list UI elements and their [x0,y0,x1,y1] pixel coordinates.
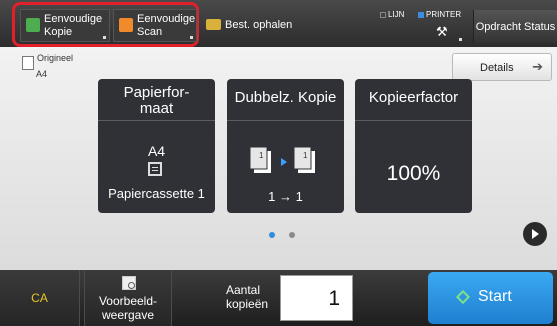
duplex-icon-number-left: 1 [259,151,264,160]
tile-divider [227,120,344,121]
original-size: A4 [36,69,48,79]
job-status-button[interactable]: Opdracht Status [473,10,557,43]
copy-icon [26,18,40,32]
paper-title-line1: Papierfor- [123,84,190,101]
paper-title-line2: maat [139,100,174,117]
printer-status-icon [418,11,424,18]
easy-copy-button[interactable]: Eenvoudige Kopie [20,9,110,42]
tile-divider [355,120,472,121]
start-button[interactable]: Start [428,272,553,324]
copies-input[interactable]: 1 [280,275,353,321]
original-label: Origineel [37,53,74,63]
preview-line1: Voorbeeld- [98,294,158,308]
scan-icon [119,18,133,32]
duplex-icon: 1 1 [250,147,315,173]
next-page-button[interactable] [523,222,547,246]
menu-dot-icon [103,36,106,39]
easy-scan-line2: Scan [137,26,163,38]
zoom-title: Kopieerfactor [368,89,459,106]
easy-scan-button[interactable]: Eenvoudige Scan [113,9,197,42]
paper-tray-icon [148,162,162,176]
tile-divider [98,120,215,121]
tools-icon[interactable]: ⚒ [436,24,448,40]
line-status-icon [380,11,386,18]
line-status-indicator: LIJN [380,10,404,19]
duplex-value: 1 → 1 [268,189,303,204]
folder-icon [206,19,221,30]
page-dot-active[interactable] [269,232,275,238]
easy-copy-line1: Eenvoudige [44,13,103,25]
copies-label: Aantal kopieën [226,283,269,311]
duplex-icon-number-right: 1 [303,151,308,160]
copy-ratio-tile[interactable]: Kopieerfactor 100% [355,79,472,213]
preview-button[interactable]: Voorbeeld- weergave [84,270,172,326]
document-icon [22,56,34,70]
easy-copy-line2: Kopie [44,26,73,38]
details-button[interactable]: Details ➔ [452,53,552,81]
clear-all-button[interactable]: CA [0,270,80,326]
page-dot-inactive[interactable] [289,232,295,238]
start-icon [455,289,471,305]
paper-size-value: A4 [147,143,166,159]
menu-dot-icon [190,36,193,39]
easy-scan-line1: Eenvoudige [137,13,196,25]
duplex-copy-tile[interactable]: Dubbelz. Kopie 1 1 1 → 1 [227,79,344,213]
menu-dot-icon [459,38,462,41]
duplex-title: Dubbelz. Kopie [234,89,337,106]
preview-icon [122,276,136,290]
details-label: Details [480,62,514,74]
printer-status-indicator: PRINTER [418,10,461,19]
paper-tray-label: Papiercassette 1 [108,186,205,201]
start-label: Start [478,288,512,305]
zoom-value: 100% [386,162,441,185]
retrieve-file-label: Best. ophalen [225,19,293,31]
preview-line2: weergave [101,308,155,322]
arrow-right-icon: ➔ [532,59,543,74]
